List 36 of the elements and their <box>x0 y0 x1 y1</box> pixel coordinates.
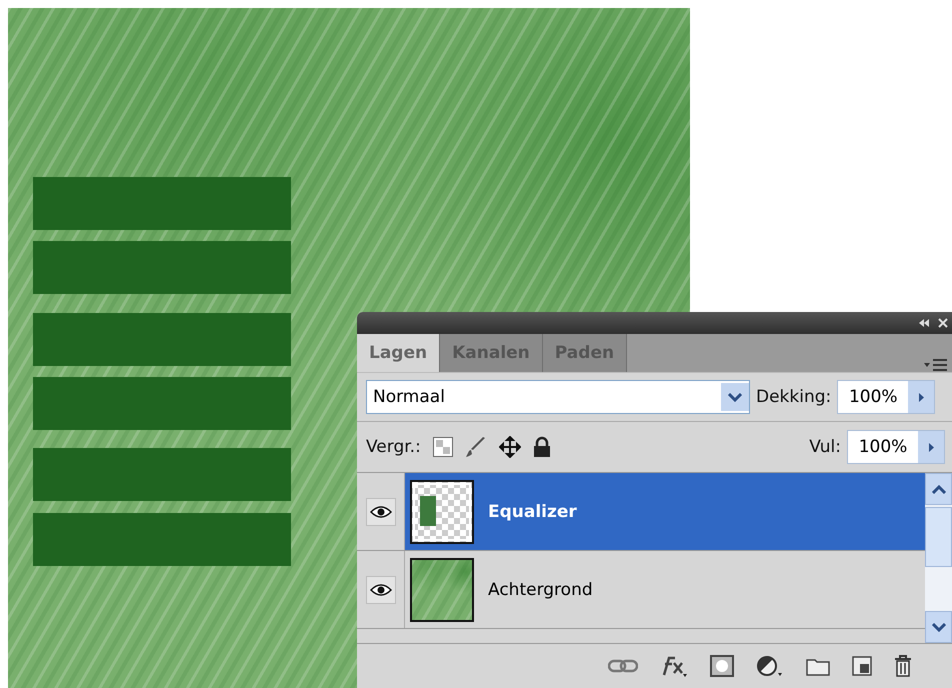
layer-thumbnail <box>410 480 474 544</box>
opacity-field[interactable]: 100% <box>837 380 936 414</box>
chevron-up-icon <box>932 484 946 494</box>
visibility-toggle[interactable] <box>366 498 396 526</box>
new-layer-icon[interactable] <box>852 656 872 676</box>
trash-icon[interactable] <box>894 655 912 677</box>
layer-thumbnail <box>410 558 474 622</box>
fill-field[interactable]: 100% <box>847 430 945 464</box>
collapse-icon[interactable] <box>918 318 930 328</box>
scrollbar[interactable] <box>925 473 952 643</box>
close-icon[interactable] <box>938 318 948 328</box>
visibility-toggle[interactable] <box>366 576 396 604</box>
arrow-right-icon <box>928 442 934 452</box>
eye-icon <box>370 584 392 596</box>
blend-mode-dropdown[interactable]: Normaal <box>366 380 750 414</box>
lock-icon[interactable] <box>532 436 551 458</box>
mask-icon[interactable] <box>710 655 734 677</box>
checkerboard-icon[interactable] <box>432 437 453 457</box>
chevron-down-icon <box>932 622 946 632</box>
layer-name: Equalizer <box>488 502 577 522</box>
layer-row[interactable]: Achtergrond <box>405 551 925 628</box>
move-icon[interactable] <box>498 436 521 458</box>
eye-icon <box>370 506 392 518</box>
chevron-down-icon <box>728 392 742 402</box>
layer-name: Achtergrond <box>488 580 593 600</box>
arrow-right-icon <box>918 392 925 402</box>
panel-menu-icon[interactable] <box>924 358 948 372</box>
layer-row[interactable]: Equalizer <box>405 473 925 550</box>
half-circle-icon[interactable] <box>756 655 784 677</box>
lock-label: Vergr.: <box>366 437 421 457</box>
fx-icon[interactable] <box>660 655 688 677</box>
fill-label: Vul: <box>809 437 841 457</box>
opacity-label: Dekking: <box>756 387 832 407</box>
brush-icon[interactable] <box>464 436 487 458</box>
link-icon[interactable] <box>608 659 638 673</box>
panel-tab[interactable]: Lagen <box>357 334 440 372</box>
